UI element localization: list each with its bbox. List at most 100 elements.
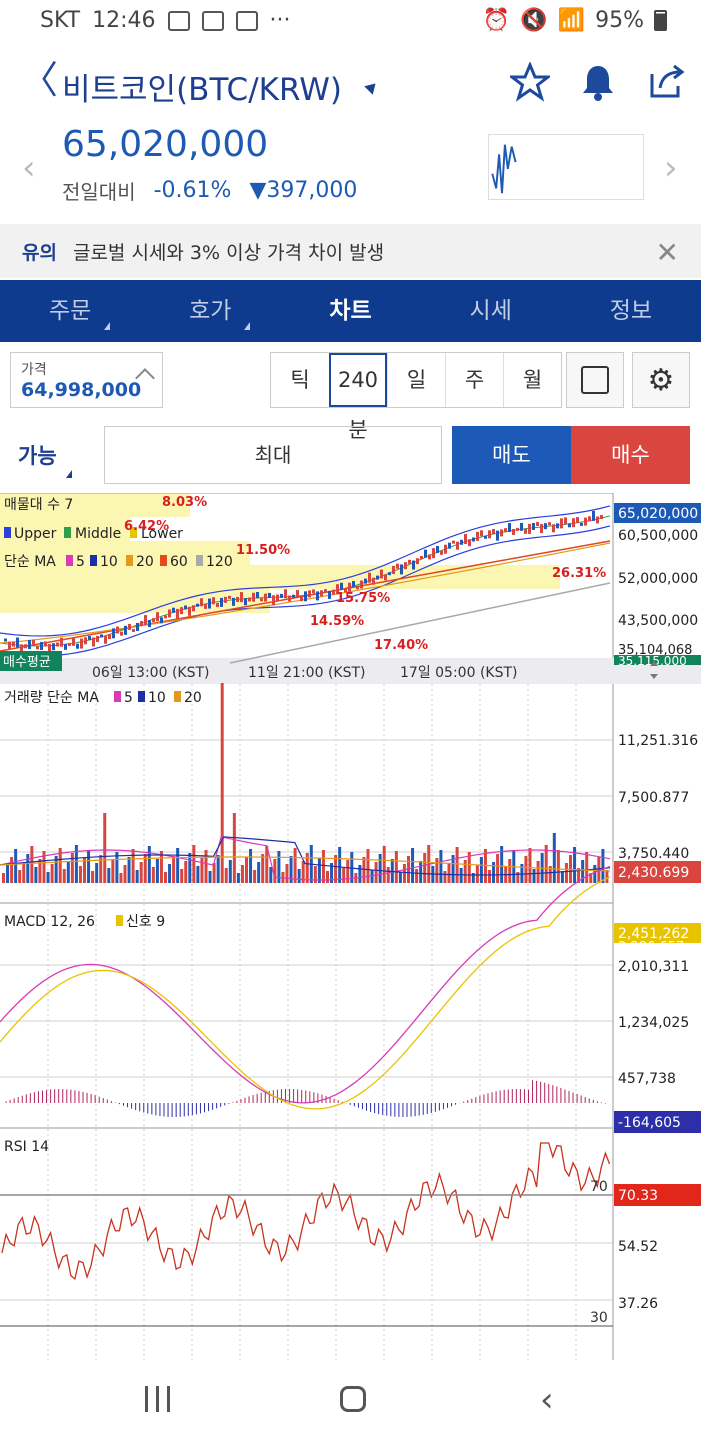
y-tick: 70.33: [618, 1188, 658, 1204]
volume-bar: [342, 868, 346, 883]
max-button[interactable]: 최대: [104, 426, 442, 484]
dropdown-caret-icon[interactable]: [364, 79, 380, 95]
tab-quotes[interactable]: 시세: [421, 280, 561, 342]
back-icon[interactable]: 〈: [20, 61, 58, 99]
tab-info[interactable]: 정보: [561, 280, 701, 342]
battery-icon: [654, 10, 667, 31]
signal-swatch: [116, 915, 123, 926]
tab-order[interactable]: 주문: [0, 280, 140, 342]
candle: [308, 590, 311, 598]
volume-bar: [236, 873, 240, 883]
tab-label: 시세: [469, 298, 512, 324]
star-icon[interactable]: [510, 62, 550, 102]
candle: [216, 603, 219, 608]
volume-bar: [249, 849, 253, 883]
bell-icon[interactable]: [578, 62, 618, 102]
volume-bar: [536, 861, 540, 883]
candle: [212, 597, 215, 605]
y-tick: 70: [590, 1179, 608, 1195]
price-notice-banner: 유의 글로벌 시세와 3% 이상 가격 차이 발생 ✕: [0, 224, 701, 278]
close-icon[interactable]: ✕: [656, 236, 679, 269]
volume-bar: [394, 851, 398, 883]
candle: [116, 626, 119, 634]
volume-bar: [83, 858, 86, 883]
period-tick[interactable]: 틱: [271, 353, 329, 407]
settings-button[interactable]: ⚙: [632, 352, 690, 408]
candle: [272, 595, 275, 606]
candle: [496, 530, 499, 541]
legend-middle: Middle: [75, 526, 121, 542]
candle: [592, 510, 595, 521]
volume-bar: [532, 869, 536, 883]
submenu-corner-icon: [104, 322, 111, 330]
page-title[interactable]: 비트코인(BTC/KRW): [62, 64, 342, 109]
macd-title: MACD 12, 26: [4, 914, 95, 930]
volume-bar: [463, 860, 467, 883]
price-input-label: 가격: [21, 362, 47, 378]
candle: [436, 545, 439, 553]
next-coin-icon[interactable]: ›: [664, 148, 678, 188]
candle: [400, 564, 403, 575]
candle: [192, 605, 195, 612]
candle: [408, 559, 411, 564]
volume-bar: [386, 867, 390, 883]
system-nav-bar: ‹: [0, 1360, 701, 1440]
ma5-label: 5: [76, 554, 85, 570]
candle: [188, 606, 191, 616]
volume-bars: [0, 683, 611, 883]
sell-button[interactable]: 매도: [452, 426, 571, 484]
period-month[interactable]: 월: [503, 353, 561, 407]
vp-pct-label: 26.31%: [552, 566, 606, 581]
vol-ma10-swatch: [138, 691, 145, 702]
mute-icon: 🔇: [520, 8, 548, 33]
ma20-label: 20: [136, 554, 154, 570]
back-nav-icon[interactable]: ‹: [540, 1380, 554, 1420]
candle: [572, 518, 575, 528]
volume-bar: [6, 865, 10, 883]
prev-coin-icon[interactable]: ‹: [22, 148, 36, 188]
volume-bar: [560, 871, 564, 883]
price-chart[interactable]: 매물대 수 7 Upper Middle Lower 단순 MA 5 10 20…: [0, 493, 701, 1360]
home-icon[interactable]: [340, 1386, 366, 1412]
volume-bar: [346, 860, 350, 883]
candle: [60, 637, 63, 647]
legend-upper-swatch: [4, 527, 11, 538]
share-icon[interactable]: [646, 62, 686, 102]
candle: [200, 598, 203, 607]
candle: [484, 535, 487, 539]
period-day[interactable]: 일: [387, 353, 445, 407]
submenu-corner-icon: [244, 322, 251, 330]
period-week[interactable]: 주: [445, 353, 503, 407]
candle: [24, 644, 27, 649]
vp-pct-label: 14.59%: [310, 614, 364, 629]
change-amount: ▼397,000: [249, 178, 358, 203]
candle: [552, 524, 555, 533]
fullscreen-button[interactable]: [566, 352, 624, 408]
y-tick: 11,251.316: [618, 733, 698, 749]
y-tick: 457,738: [618, 1071, 676, 1087]
volume-bar: [374, 862, 378, 883]
volume-bar: [488, 870, 491, 883]
price-input[interactable]: 가격 64,998,000: [10, 352, 163, 408]
volume-bar: [123, 865, 127, 883]
candle: [172, 607, 175, 613]
wifi-icon: 📶: [557, 8, 586, 33]
tab-orderbook[interactable]: 호가: [140, 280, 280, 342]
volume-bar: [321, 850, 325, 883]
candle: [588, 516, 591, 522]
candle: [488, 530, 491, 539]
candle: [112, 628, 115, 639]
ma20-swatch: [126, 555, 133, 566]
buy-button[interactable]: 매수: [571, 426, 690, 484]
volume-bar: [419, 861, 423, 883]
y-tick: 1,234,025: [618, 1015, 689, 1031]
volume-bar: [95, 863, 99, 883]
available-label[interactable]: 가능: [18, 440, 57, 470]
candle: [540, 524, 543, 534]
price-input-value: 64,998,000: [21, 379, 142, 401]
candle: [268, 592, 271, 598]
candle: [8, 641, 11, 650]
tab-chart[interactable]: 차트: [280, 280, 420, 342]
recents-icon[interactable]: [145, 1386, 170, 1412]
period-240min[interactable]: 240분: [329, 353, 387, 442]
